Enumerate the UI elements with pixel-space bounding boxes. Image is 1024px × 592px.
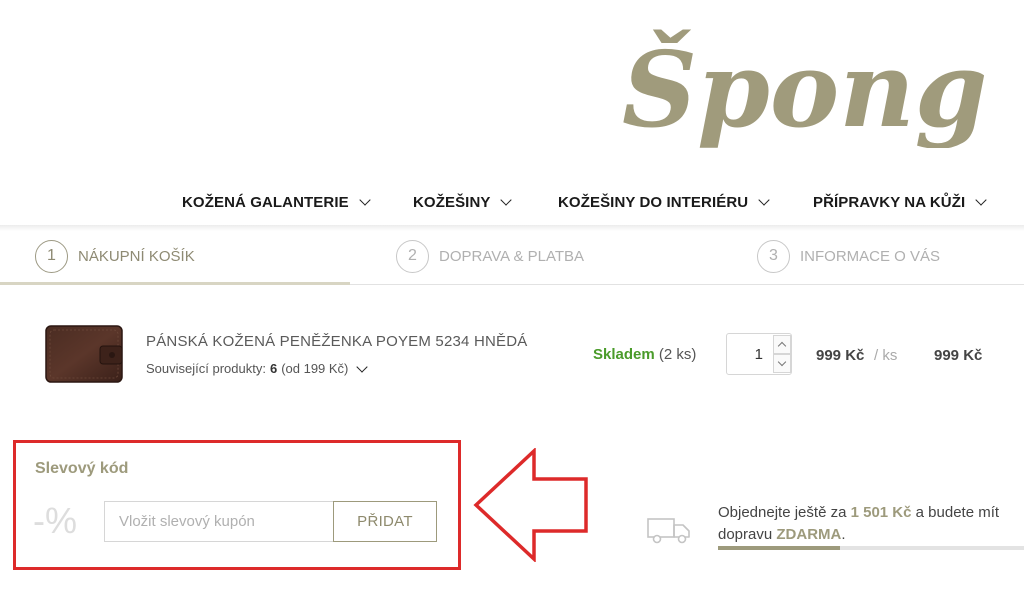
nav-item-pripravky-na-kuzi[interactable]: PŘÍPRAVKY NA KŮŽI (813, 186, 987, 218)
shipping-prefix: Objednejte ještě za (718, 504, 847, 521)
step-customer-info[interactable]: 3 INFORMACE O VÁS (757, 238, 940, 274)
spongr-logo-graphic: Špongr (622, 28, 990, 148)
shipping-free-label: ZDARMA (776, 526, 842, 543)
main-navigation: KOŽENÁ GALANTERIE KOŽEŠINY KOŽEŠINY DO I… (0, 186, 1024, 218)
left-arrow-icon (472, 448, 590, 562)
step-label: DOPRAVA & PLATBA (439, 247, 585, 265)
chevron-down-icon (758, 193, 770, 206)
step-cart[interactable]: 1 NÁKUPNÍ KOŠÍK (35, 238, 195, 274)
related-label: Související produkty: (146, 361, 266, 376)
free-shipping-progress-bar (718, 546, 1024, 550)
chevron-up-icon (777, 341, 787, 351)
chevron-down-icon (359, 193, 371, 206)
quantity-increase-button[interactable] (773, 335, 791, 354)
coupon-code-input[interactable] (104, 501, 334, 542)
related-from-price: (od 199 Kč) (281, 361, 349, 376)
step-label: NÁKUPNÍ KOŠÍK (78, 247, 195, 265)
step-number: 1 (35, 239, 68, 273)
chevron-down-icon (777, 357, 787, 367)
shipping-remaining-amount: 1 501 Kč (850, 504, 912, 521)
checkout-steps: 1 NÁKUPNÍ KOŠÍK 2 DOPRAVA & PLATBA 3 INF… (0, 232, 1024, 284)
quantity-stepper (726, 333, 792, 375)
stock-status-label: Skladem (593, 346, 655, 363)
step-number: 2 (396, 239, 429, 273)
discount-percent-icon: -% (33, 500, 77, 541)
shipping-suffix: . (841, 526, 846, 543)
product-name-link[interactable]: PÁNSKÁ KOŽENÁ PENĚŽENKA POYEM 5234 HNĚDÁ (146, 333, 527, 350)
logo-text: Špongr (622, 28, 990, 148)
stock-status: Skladem (2 ks) (593, 346, 696, 363)
stock-quantity: (2 ks) (658, 346, 697, 363)
quantity-input[interactable] (727, 334, 771, 374)
step-shipping-payment[interactable]: 2 DOPRAVA & PLATBA (396, 238, 584, 274)
wallet-product-image[interactable] (44, 322, 124, 386)
nav-label: KOŽEŠINY (413, 193, 491, 211)
truck-icon (646, 515, 692, 545)
unit-price: 999 Kč (816, 347, 865, 364)
coupon-title: Slevový kód (35, 460, 129, 477)
per-unit-label: / ks (874, 347, 898, 364)
nav-label: KOŽEŠINY DO INTERIÉRU (558, 193, 749, 211)
nav-item-kozesiny-do-interieru[interactable]: KOŽEŠINY DO INTERIÉRU (558, 186, 770, 218)
chevron-down-icon (500, 193, 513, 206)
item-total-price: 999 Kč (934, 347, 983, 364)
spongr-logo[interactable]: Špongr (618, 8, 990, 148)
nav-label: PŘÍPRAVKY NA KŮŽI (813, 193, 966, 211)
related-count: 6 (269, 361, 278, 376)
add-coupon-button[interactable]: PŘIDAT (333, 501, 437, 542)
nav-label: KOŽENÁ GALANTERIE (182, 193, 349, 211)
chevron-down-icon (975, 193, 987, 206)
free-shipping-progress-fill (718, 546, 841, 550)
step-label: INFORMACE O VÁS (800, 247, 941, 265)
active-step-indicator (0, 282, 350, 285)
quantity-decrease-button[interactable] (773, 354, 791, 373)
related-products-toggle[interactable]: Související produkty: 6 (od 199 Kč) (146, 360, 369, 376)
nav-divider (0, 225, 1024, 231)
nav-item-kozena-galanterie[interactable]: KOŽENÁ GALANTERIE (182, 186, 371, 218)
step-number: 3 (757, 239, 790, 273)
nav-item-kozesiny[interactable]: KOŽEŠINY (413, 186, 513, 218)
free-shipping-message: Objednejte ještě za 1 501 Kč a budete mí… (718, 502, 1024, 546)
chevron-down-icon (356, 360, 369, 373)
